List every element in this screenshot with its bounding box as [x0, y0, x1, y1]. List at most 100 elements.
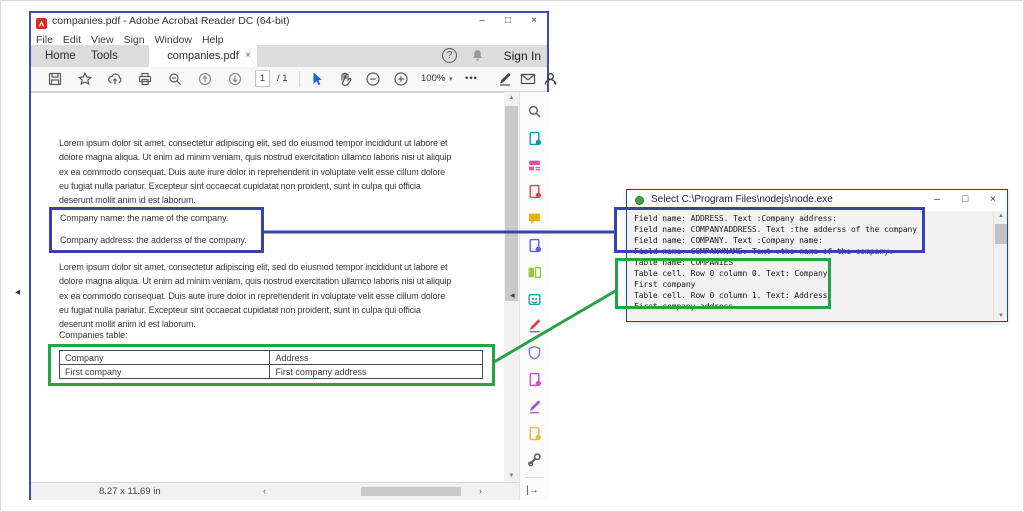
scroll-down-icon[interactable]: ▼	[504, 473, 519, 479]
acrobat-app-icon	[36, 16, 47, 27]
console-line: Field name: COMPANYNAME. Text :the name …	[634, 246, 993, 257]
console-scrollbar-thumb[interactable]	[995, 224, 1007, 244]
paragraph-line: ex ea commodo consequat. Duis aute irure…	[59, 289, 451, 303]
minimize-button[interactable]: –	[469, 13, 495, 30]
console-line: Table cell. Row 0 column 0. Text: Compan…	[634, 268, 993, 279]
tools-sidebar: |→	[519, 92, 549, 500]
next-page-icon[interactable]	[227, 71, 243, 87]
nodejs-icon	[635, 196, 644, 205]
zoom-in-icon[interactable]	[393, 71, 409, 87]
console-titlebar[interactable]: Select C:\Program Files\nodejs\node.exe …	[627, 190, 1007, 211]
paragraph-2: Lorem ipsum dolor sit amet, consectetur …	[59, 260, 451, 331]
account-person-icon[interactable]	[543, 71, 559, 87]
help-icon[interactable]: ?	[442, 48, 457, 63]
search-icon[interactable]	[527, 104, 542, 119]
table-cell-address: First company address	[270, 365, 483, 379]
right-pane-collapse-icon[interactable]: ◂	[510, 290, 515, 301]
previous-page-icon[interactable]	[197, 71, 213, 87]
window-title: companies.pdf - Adobe Acrobat Reader DC …	[52, 15, 290, 27]
compress-pdf-icon[interactable]	[527, 426, 542, 441]
tab-tools[interactable]: Tools	[91, 45, 118, 67]
table-row: First company First company address	[60, 365, 483, 379]
tab-bar: Home Tools companies.pdf × ? Sign In	[31, 45, 547, 67]
pdf-page: Lorem ipsum dolor sit amet, consectetur …	[31, 93, 504, 482]
console-line: Table name: COMPANIES	[634, 257, 993, 268]
paragraph-line: Lorem ipsum dolor sit amet, consectetur …	[59, 260, 451, 274]
console-scroll-up-icon[interactable]: ▲	[994, 213, 1008, 219]
console-line: First company	[634, 279, 993, 290]
console-line: Table cell. Row 0 column 1. Text: Addres…	[634, 290, 993, 301]
tab-document-label: companies.pdf	[167, 50, 239, 62]
document-area: Lorem ipsum dolor sit amet, consectetur …	[31, 92, 519, 482]
select-cursor-icon[interactable]	[309, 71, 325, 87]
page-number-input[interactable]: 1	[255, 70, 270, 87]
certificates-icon[interactable]	[527, 399, 542, 414]
sign-in-button[interactable]: Sign In	[504, 47, 541, 66]
tab-home[interactable]: Home	[45, 45, 76, 67]
hscroll-right-icon[interactable]: ›	[479, 486, 482, 496]
scroll-up-icon[interactable]: ▲	[504, 95, 519, 101]
page-count-label: / 1	[277, 73, 288, 84]
console-scroll-down-icon[interactable]: ▼	[994, 313, 1008, 319]
comment-icon[interactable]	[527, 211, 542, 226]
maximize-button[interactable]: □	[495, 13, 521, 30]
organize-pages-icon[interactable]	[527, 265, 542, 280]
hand-pan-icon[interactable]	[337, 71, 353, 87]
find-zoom-icon[interactable]	[167, 71, 183, 87]
zoom-dropdown-icon[interactable]: ▾	[449, 75, 453, 83]
table-header-company: Company	[60, 351, 270, 365]
toolbar-divider	[299, 71, 300, 87]
paragraph-1: Lorem ipsum dolor sit amet, consectetur …	[59, 136, 451, 207]
protect-icon[interactable]	[527, 345, 542, 360]
menu-bar: FileEditViewSignWindowHelp	[31, 30, 547, 45]
zoom-level-value[interactable]: 100%	[421, 73, 445, 84]
prepare-form-icon[interactable]	[527, 372, 542, 387]
zoom-out-icon[interactable]	[365, 71, 381, 87]
table-caption: Companies table:	[59, 330, 127, 340]
screenshot-canvas: companies.pdf - Adobe Acrobat Reader DC …	[0, 0, 1024, 512]
console-close-button[interactable]: ×	[979, 190, 1007, 211]
paragraph-line: eu fugiat nulla pariatur. Excepteur sint…	[59, 303, 451, 317]
combine-files-icon[interactable]	[527, 238, 542, 253]
horizontal-scrollbar-thumb[interactable]	[361, 487, 461, 496]
page-nav-left-icon[interactable]: ◂	[15, 287, 20, 298]
table-cell-company: First company	[60, 365, 270, 379]
page-size-label: 8.27 x 11.69 in	[99, 486, 161, 497]
console-line: Field name: COMPANY. Text :Company name:	[634, 235, 993, 246]
vertical-scrollbar-thumb[interactable]	[505, 106, 518, 301]
table-header-address: Address	[270, 351, 483, 365]
hscroll-left-icon[interactable]: ‹	[263, 486, 266, 496]
fill-sign-pen-icon[interactable]	[497, 71, 513, 87]
notifications-bell-icon[interactable]	[470, 48, 485, 63]
companies-table: Company Address First company First comp…	[59, 350, 483, 379]
vertical-scrollbar[interactable]: ▲ ▼	[504, 92, 519, 482]
acrobat-window: companies.pdf - Adobe Acrobat Reader DC …	[29, 11, 549, 500]
more-tools-icon[interactable]	[527, 452, 542, 467]
tab-document[interactable]: companies.pdf ×	[149, 45, 257, 67]
paragraph-line: eu fugiat nulla pariatur. Excepteur sint…	[59, 179, 451, 193]
paragraph-line: dolore magna aliqua. Ut enim ad minim ve…	[59, 274, 451, 288]
star-favorite-icon[interactable]	[77, 71, 93, 87]
close-button[interactable]: ×	[521, 13, 547, 30]
fill-and-sign-icon[interactable]	[527, 318, 542, 333]
acrobat-titlebar[interactable]: companies.pdf - Adobe Acrobat Reader DC …	[31, 13, 547, 30]
print-icon[interactable]	[137, 71, 153, 87]
table-header-row: Company Address	[60, 351, 483, 365]
edit-pdf-icon[interactable]	[527, 158, 542, 173]
create-pdf-icon[interactable]	[527, 184, 542, 199]
console-line: Field name: COMPANYADDRESS. Text :the ad…	[634, 224, 993, 235]
console-maximize-button[interactable]: □	[951, 190, 979, 211]
console-scrollbar[interactable]: ▲ ▼	[993, 211, 1007, 321]
console-line: Field name: ADDRESS. Text :Company addre…	[634, 213, 993, 224]
toolbar: 1 / 1 100% ▾ •••	[31, 67, 547, 92]
save-icon[interactable]	[47, 71, 63, 87]
tab-close-icon[interactable]: ×	[245, 45, 251, 67]
scan-ocr-icon[interactable]	[527, 292, 542, 307]
expand-pane-icon[interactable]: |→	[526, 485, 539, 496]
console-minimize-button[interactable]: –	[923, 190, 951, 211]
more-options-icon[interactable]: •••	[465, 73, 478, 84]
company-name-field-label: Company name: the name of the company.	[60, 213, 228, 223]
export-pdf-icon[interactable]	[527, 131, 542, 146]
share-cloud-icon[interactable]	[107, 71, 123, 87]
console-title: Select C:\Program Files\nodejs\node.exe	[651, 194, 833, 205]
